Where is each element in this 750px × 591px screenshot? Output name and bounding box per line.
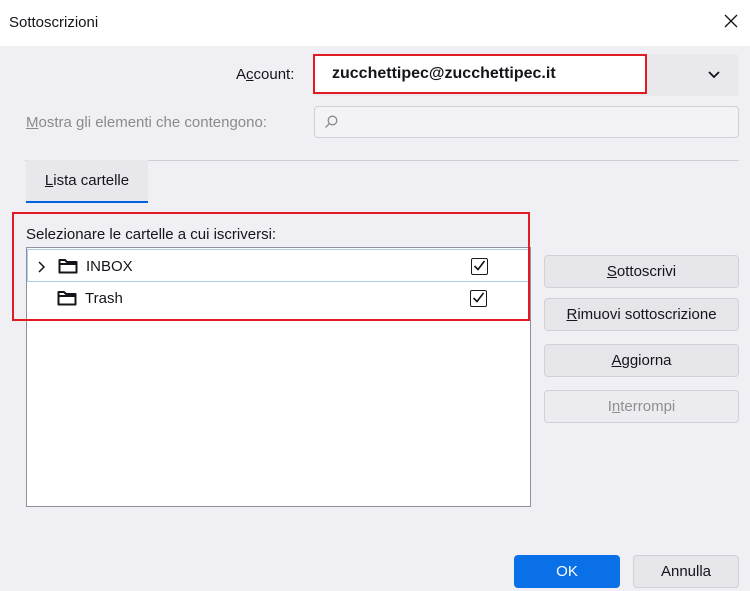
ok-button[interactable]: OK xyxy=(514,555,620,588)
refresh-button[interactable]: Aggiorna xyxy=(544,344,739,377)
cancel-button[interactable]: Annulla xyxy=(633,555,739,588)
folder-row-inbox[interactable]: INBOX xyxy=(27,249,530,282)
dialog-titlebar: Sottoscrizioni xyxy=(0,0,750,46)
folder-name: INBOX xyxy=(86,258,133,275)
subscribe-checkbox-trash[interactable] xyxy=(470,290,487,307)
subscribe-button[interactable]: Sottoscrivi xyxy=(544,255,739,288)
chevron-right-icon[interactable] xyxy=(37,261,47,273)
checkmark-icon xyxy=(472,292,485,303)
tab-folder-list[interactable]: Lista cartelle xyxy=(26,160,148,203)
folder-row-trash[interactable]: Trash xyxy=(27,282,530,315)
folder-name: Trash xyxy=(85,290,123,307)
account-label: Account: xyxy=(236,66,295,83)
search-icon xyxy=(325,115,338,128)
unsubscribe-button[interactable]: Rimuovi sottoscrizione xyxy=(544,298,739,331)
checkmark-icon xyxy=(473,260,486,271)
folder-list-label: Selezionare le cartelle a cui iscriversi… xyxy=(26,226,277,243)
folder-tree[interactable]: INBOX Trash xyxy=(26,247,531,507)
close-button[interactable] xyxy=(719,9,743,33)
folder-icon xyxy=(57,291,77,306)
stop-button[interactable]: In terrompi xyxy=(544,390,739,423)
chevron-down-icon[interactable] xyxy=(706,68,722,82)
dialog-title: Sottoscrizioni xyxy=(9,14,99,31)
filter-label: Mostra gli elementi che contengono: xyxy=(26,114,267,131)
account-value[interactable]: zucchettipec@zucchettipec.it xyxy=(313,54,647,94)
folder-icon xyxy=(58,259,78,274)
close-icon xyxy=(724,14,738,28)
search-input[interactable] xyxy=(314,106,739,138)
subscribe-checkbox-inbox[interactable] xyxy=(471,258,488,275)
